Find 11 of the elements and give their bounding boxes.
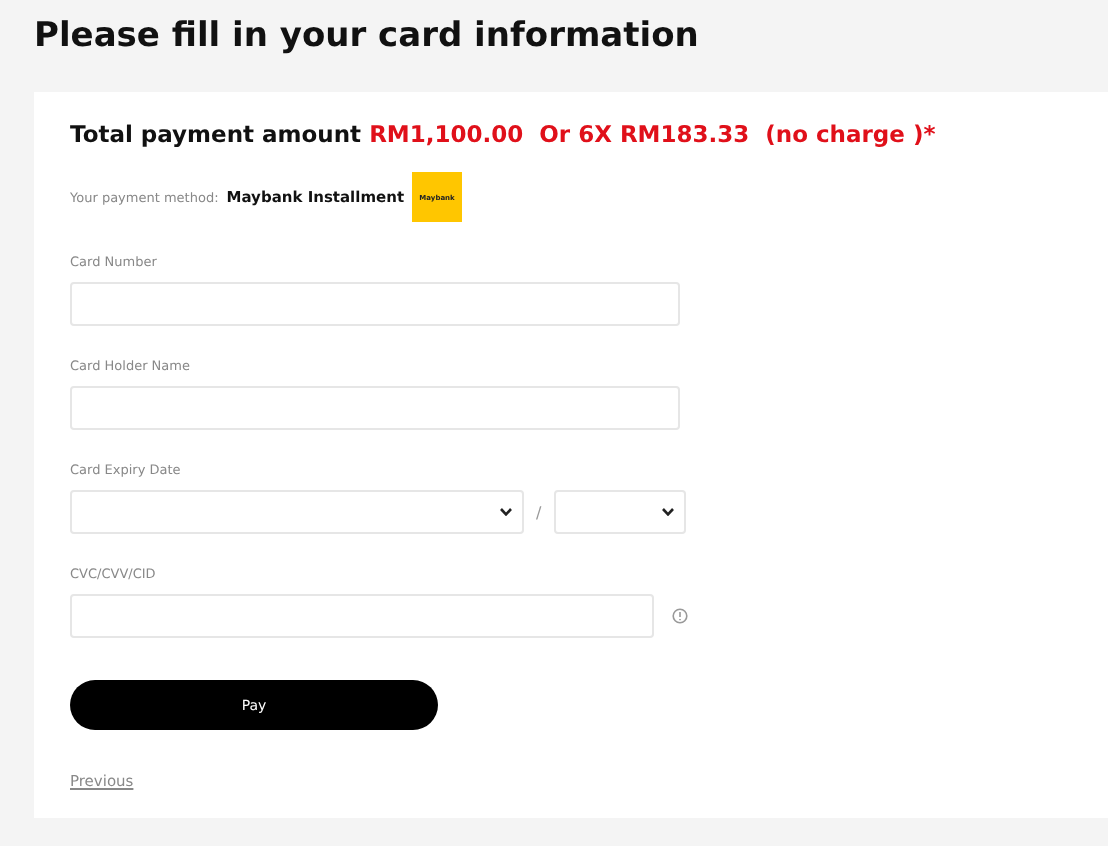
chevron-down-icon bbox=[500, 508, 512, 516]
total-payment-text: Total payment amount RM1,100.00 Or 6X RM183.33 (no charge )* bbox=[70, 120, 938, 148]
input-field[interactable] bbox=[70, 386, 680, 430]
date-separator: / bbox=[536, 503, 542, 521]
page-title: Please fill in your card information bbox=[34, 14, 701, 60]
input-field[interactable] bbox=[70, 282, 680, 326]
year-select[interactable] bbox=[553, 490, 686, 534]
month-select[interactable] bbox=[70, 490, 524, 534]
chevron-down-icon bbox=[661, 508, 674, 516]
input-field[interactable] bbox=[70, 594, 654, 638]
info-icon[interactable] bbox=[672, 608, 688, 624]
